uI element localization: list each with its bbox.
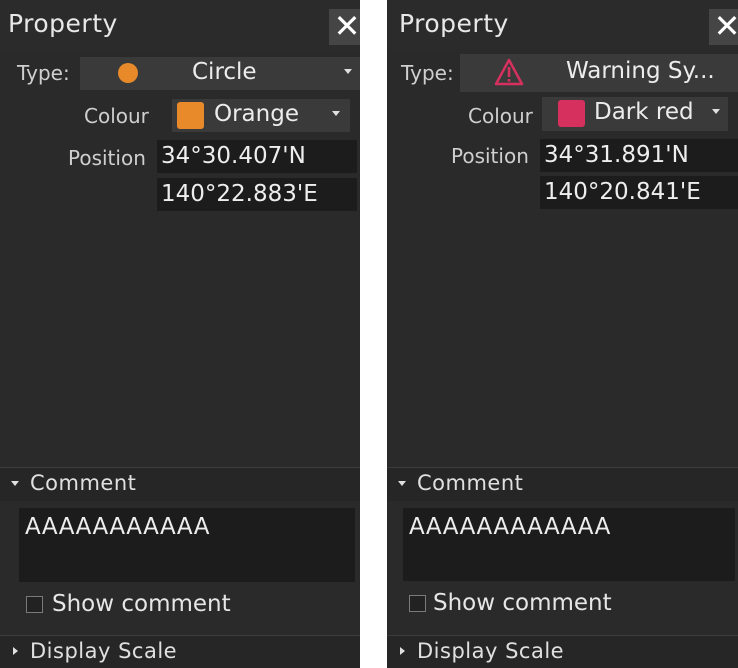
title-bar: Property ✕ bbox=[387, 0, 738, 50]
type-dropdown[interactable]: Circle bbox=[80, 57, 360, 90]
type-label: Type: bbox=[401, 61, 454, 85]
display-scale-label: Display Scale bbox=[417, 639, 565, 663]
position-label: Position bbox=[451, 144, 529, 168]
comment-header-label: Comment bbox=[417, 471, 524, 495]
position-label: Position bbox=[68, 146, 146, 170]
type-value: Warning Sy... bbox=[566, 58, 715, 84]
type-dropdown[interactable]: Warning Sy... bbox=[460, 54, 738, 92]
comment-textarea[interactable]: AAAAAAAAAAAA bbox=[403, 508, 735, 581]
colour-value: Orange bbox=[214, 101, 299, 127]
show-comment-checkbox[interactable] bbox=[409, 595, 426, 612]
show-comment-label: Show comment bbox=[433, 590, 612, 616]
chevron-right-icon bbox=[400, 647, 405, 655]
close-button[interactable]: ✕ bbox=[709, 9, 738, 45]
panel-title: Property bbox=[8, 9, 118, 38]
comment-text: AAAAAAAAAAAA bbox=[409, 514, 611, 540]
comment-section-header[interactable]: Comment bbox=[0, 467, 360, 501]
chevron-down-icon bbox=[344, 69, 352, 74]
chevron-right-icon bbox=[13, 647, 18, 655]
colour-dropdown[interactable]: Dark red bbox=[542, 97, 728, 131]
close-button[interactable]: ✕ bbox=[329, 9, 360, 45]
longitude-field[interactable]: 140°20.841'E bbox=[540, 176, 738, 209]
colour-value: Dark red bbox=[594, 99, 694, 125]
chevron-down-icon bbox=[712, 109, 720, 114]
colour-dropdown[interactable]: Orange bbox=[172, 99, 350, 132]
close-icon: ✕ bbox=[333, 7, 360, 45]
colour-swatch bbox=[177, 102, 204, 129]
show-comment-label: Show comment bbox=[52, 591, 231, 617]
chevron-down-icon bbox=[332, 111, 340, 116]
comment-section-header[interactable]: Comment bbox=[387, 467, 738, 501]
type-label: Type: bbox=[17, 61, 70, 85]
display-scale-label: Display Scale bbox=[30, 639, 178, 663]
property-panel-left: Property ✕ Type: Circle Colour Orange Po… bbox=[0, 0, 360, 668]
orange-circle-icon bbox=[118, 63, 138, 83]
latitude-field[interactable]: 34°30.407'N bbox=[157, 140, 357, 173]
title-bar: Property ✕ bbox=[0, 0, 360, 50]
longitude-field[interactable]: 140°22.883'E bbox=[157, 178, 357, 211]
type-value: Circle bbox=[192, 59, 257, 85]
close-icon: ✕ bbox=[713, 7, 738, 45]
warning-triangle-icon bbox=[494, 58, 524, 86]
property-panel-right: Property ✕ Type: Warning Sy... Colour Da… bbox=[387, 0, 738, 668]
comment-header-label: Comment bbox=[30, 471, 137, 495]
show-comment-checkbox[interactable] bbox=[26, 596, 43, 613]
display-scale-section-header[interactable]: Display Scale bbox=[0, 635, 360, 668]
display-scale-section-header[interactable]: Display Scale bbox=[387, 635, 738, 668]
colour-label: Colour bbox=[468, 104, 533, 128]
panel-title: Property bbox=[399, 9, 509, 38]
colour-swatch bbox=[558, 100, 585, 127]
chevron-down-icon bbox=[11, 481, 19, 486]
comment-textarea[interactable]: AAAAAAAAAAA bbox=[19, 508, 355, 582]
colour-label: Colour bbox=[84, 104, 149, 128]
chevron-down-icon bbox=[398, 481, 406, 486]
latitude-field[interactable]: 34°31.891'N bbox=[540, 139, 738, 172]
comment-text: AAAAAAAAAAA bbox=[25, 514, 210, 540]
